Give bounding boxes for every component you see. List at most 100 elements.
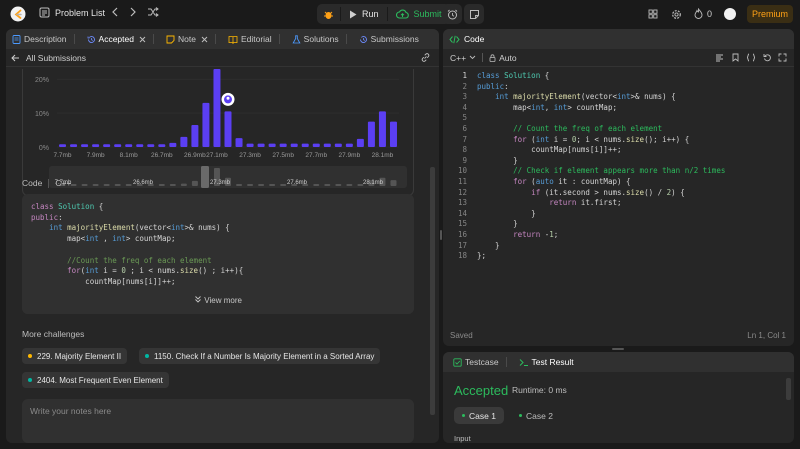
bug-icon: [323, 9, 334, 20]
case-1-tab[interactable]: Case 1: [454, 407, 504, 424]
gear-icon: [671, 9, 682, 20]
challenge-label: 2404. Most Frequent Even Element: [37, 375, 163, 385]
all-submissions-link[interactable]: All Submissions: [26, 53, 86, 63]
memory-bar: [136, 144, 144, 147]
divider: [48, 178, 50, 188]
next-problem-button[interactable]: [129, 7, 137, 17]
x-tick-label: 27.7mb: [305, 152, 327, 159]
minimap-bar: [81, 184, 88, 186]
code-tab-bar: Code: [443, 29, 794, 49]
y-tick-label: 10%: [35, 111, 49, 118]
minimap-bar: [324, 184, 331, 186]
leetcode-logo-icon[interactable]: [10, 6, 26, 22]
memory-bar: [169, 142, 177, 147]
run-submit-group: Run Submit: [317, 4, 450, 24]
submitted-code-block: class Solution { public: int majorityEle…: [22, 194, 414, 314]
code-label: Code: [22, 178, 43, 188]
braces-icon[interactable]: [746, 53, 756, 62]
tab-submissions-label: Submissions: [370, 34, 419, 44]
challenge-chip[interactable]: 1150. Check If a Number Is Majority Elem…: [139, 348, 381, 364]
memory-bar: [70, 144, 78, 147]
link-icon[interactable]: [420, 52, 431, 63]
grid-icon: [648, 9, 658, 19]
memory-bar: [147, 144, 155, 147]
tab-submissions[interactable]: Submissions: [353, 29, 425, 49]
streak-counter[interactable]: 0: [694, 8, 712, 19]
tab-note-label: Note: [177, 34, 196, 44]
challenge-label: 1150. Check If a Number Is Majority Elem…: [154, 351, 375, 361]
notes-button[interactable]: [464, 4, 484, 24]
format-icon[interactable]: [715, 54, 724, 62]
x-tick-label: 27.3mb: [239, 152, 261, 159]
memory-bar: [301, 143, 309, 147]
minimap-bar: [180, 183, 187, 186]
chevrons-down-icon: [194, 295, 202, 303]
fullscreen-icon[interactable]: [778, 53, 787, 62]
list-icon: [39, 7, 50, 18]
problem-list-button[interactable]: Problem List: [39, 7, 105, 18]
x-tick-label: 7.9mb: [87, 152, 105, 159]
memory-bar: [158, 144, 166, 147]
reset-icon[interactable]: [763, 53, 772, 62]
memory-bar: [246, 143, 254, 147]
arrow-left-icon[interactable]: [11, 54, 20, 62]
memory-chart-svg[interactable]: 20% 10% 0% 7.7mb 7.9mb 8.1mb 26.7mb 26.9mb 27.1…: [23, 69, 415, 196]
bookmark-icon[interactable]: [732, 53, 739, 62]
language-select[interactable]: C++: [450, 53, 476, 63]
minimap-label: 28.1mb: [363, 180, 384, 186]
runtime-label: Runtime: 0 ms: [512, 385, 567, 395]
memory-bar: [59, 144, 67, 147]
test-panel-scrollbar[interactable]: [786, 378, 791, 400]
submit-button[interactable]: Submit: [388, 4, 450, 24]
difficulty-dot: [28, 378, 32, 382]
challenge-chip[interactable]: 229. Majority Element II: [22, 348, 128, 364]
save-status: Saved: [450, 331, 473, 340]
notes-textarea[interactable]: Write your notes here: [22, 399, 414, 443]
random-problem-button[interactable]: [147, 7, 159, 17]
pass-dot: [462, 414, 465, 417]
challenge-chip[interactable]: 2404. Most Frequent Even Element: [22, 372, 169, 388]
minimap-bar: [125, 184, 132, 186]
minimap-handle: [201, 166, 209, 188]
run-button[interactable]: Run: [341, 4, 387, 24]
case-2-tab[interactable]: Case 2: [513, 407, 559, 424]
mode-value: Auto: [499, 52, 517, 63]
memory-bar: [356, 138, 364, 147]
code-editor[interactable]: 1 class Solution { 2 public: 3 int majorit…: [443, 67, 794, 267]
premium-button[interactable]: Premium: [747, 5, 793, 23]
code-section-header: Code C++: [22, 178, 71, 188]
case-1-label: Case 1: [469, 410, 496, 421]
left-tab-bar: Description Accepted Note Editorial Solu…: [6, 29, 439, 49]
close-icon[interactable]: [201, 36, 208, 43]
tab-description[interactable]: Description: [6, 29, 81, 49]
language-value: C++: [450, 52, 467, 63]
view-more-label: View more: [204, 296, 242, 306]
tab-note[interactable]: Note: [160, 29, 222, 49]
prev-problem-button[interactable]: [111, 7, 119, 17]
history-icon: [87, 35, 96, 44]
settings-button[interactable]: [671, 9, 682, 20]
auto-mode-toggle[interactable]: Auto: [489, 53, 517, 63]
avatar[interactable]: [724, 8, 736, 20]
minimap-label: 26.6mb: [133, 180, 154, 186]
tab-test-result[interactable]: Test Result: [513, 352, 580, 372]
memory-bar: [114, 144, 122, 147]
layout-button[interactable]: [648, 9, 658, 19]
timer-button[interactable]: [442, 4, 462, 24]
tab-editorial[interactable]: Editorial: [222, 29, 286, 49]
left-panel-scrollbar[interactable]: [430, 167, 435, 415]
result-status: Accepted: [454, 383, 509, 398]
tab-accepted[interactable]: Accepted: [81, 29, 160, 49]
vertical-splitter-handle[interactable]: [440, 230, 442, 240]
memory-bar: [290, 143, 298, 147]
horizontal-splitter-handle[interactable]: [612, 348, 624, 350]
close-icon[interactable]: [139, 36, 146, 43]
tab-separator: [505, 357, 507, 367]
view-more-button[interactable]: View more: [22, 295, 414, 307]
code-panel: Code C++ Auto 1 class Solution { 2 public:…: [443, 29, 794, 346]
x-tick-label: 27.1mb: [206, 152, 228, 159]
debug-button[interactable]: [317, 4, 340, 24]
tab-solutions[interactable]: Solutions: [286, 29, 353, 49]
tab-testcase[interactable]: Testcase: [447, 352, 513, 372]
tab-separator: [345, 34, 347, 44]
